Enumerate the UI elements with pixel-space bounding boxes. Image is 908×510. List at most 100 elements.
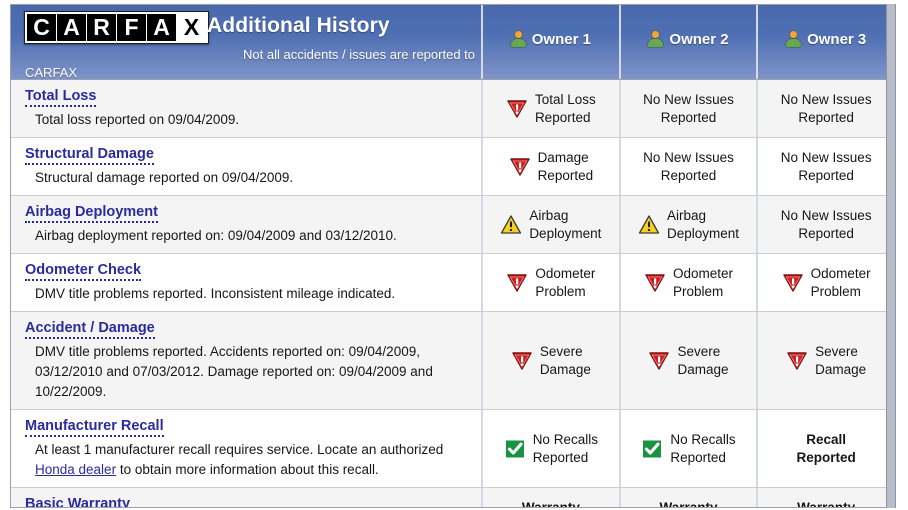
status-label: Odometer Problem [535, 265, 596, 299]
owner-status-cell: No New Issues Reported [758, 196, 894, 253]
person-icon [786, 31, 802, 47]
owner-status-cell: No Recalls Reported [483, 410, 621, 487]
alert-triangle-red-icon [648, 350, 670, 372]
owner-status-cell: Warranty Voided [758, 488, 894, 508]
status-label: Airbag Deployment [666, 207, 740, 241]
alert-triangle-red-icon [782, 272, 804, 294]
row-description-text: DMV title problems reported. Accidents r… [35, 344, 433, 399]
logo-letter: X [177, 14, 206, 41]
report-rows: Total Loss Total loss reported on 09/04/2… [11, 80, 894, 508]
table-row: Basic WarrantyOriginal manufacturer warr… [11, 488, 894, 508]
row-description-text: DMV title problems reported. Inconsisten… [35, 286, 396, 301]
status-label: Airbag Deployment [529, 207, 602, 241]
alert-triangle-red-icon [506, 272, 528, 294]
table-row: Manufacturer Recall At least 1 manufactur… [11, 410, 894, 488]
owner-status-cell: Airbag Deployment [621, 196, 759, 253]
owner-status-cell: Odometer Problem [621, 254, 759, 311]
status-label: Warranty Voided [521, 499, 580, 508]
person-icon [510, 31, 526, 47]
column-header-owner-3: Owner 3 [758, 5, 894, 79]
status-label: Severe Damage [677, 343, 729, 377]
owner-status-cell: No New Issues Reported [758, 138, 894, 195]
warning-triangle-yellow-icon [638, 214, 660, 236]
column-header-label: Owner 2 [669, 30, 729, 48]
table-row: Accident / Damage DMV title problems repo… [11, 312, 894, 410]
section-title-link[interactable]: Airbag Deployment [25, 204, 158, 223]
status-label: Total Loss Reported [534, 91, 596, 125]
row-description-cell: Basic WarrantyOriginal manufacturer warr… [11, 488, 483, 507]
owner-status-cell: No New Issues Reported [758, 80, 894, 137]
row-description-cell: Accident / Damage DMV title problems repo… [11, 312, 483, 409]
carfax-additional-history-report: CARFAX Additional History Not all accide… [0, 0, 908, 510]
section-title-link[interactable]: Accident / Damage [25, 320, 155, 339]
section-title-link[interactable]: Manufacturer Recall [25, 418, 164, 437]
alert-triangle-red-icon [509, 156, 531, 178]
status-label: No Recalls Reported [670, 431, 736, 465]
dealer-link[interactable]: Honda dealer [35, 462, 116, 477]
status-label: No New Issues Reported [643, 91, 734, 125]
status-label: Odometer Problem [672, 265, 734, 299]
alert-triangle-red-icon [511, 350, 533, 372]
page-title: Additional History [207, 14, 390, 37]
alert-triangle-red-icon [506, 98, 528, 120]
row-description-text: Total loss reported on 09/04/2009. [35, 112, 240, 127]
table-row: Structural Damage Structural damage repor… [11, 138, 894, 196]
report-table: CARFAX Additional History Not all accide… [10, 4, 894, 508]
status-label: Severe Damage [539, 343, 591, 377]
column-header-owner-1: Owner 1 [483, 5, 621, 79]
carfax-logo: CARFAX [24, 11, 209, 44]
logo-letter: A [147, 14, 177, 41]
header-brand-area: CARFAX Additional History Not all accide… [11, 5, 483, 80]
warning-triangle-yellow-icon [500, 214, 522, 236]
row-description-text: At least 1 manufacturer recall requires … [35, 442, 444, 477]
row-description-text: Structural damage reported on 09/04/2009… [35, 170, 294, 185]
logo-letter: C [27, 14, 57, 41]
owner-status-cell: Damage Reported [483, 138, 621, 195]
check-square-green-icon [504, 438, 526, 460]
status-label: Odometer Problem [810, 265, 871, 299]
right-scroll-gutter[interactable] [886, 4, 896, 508]
section-title-link[interactable]: Basic Warranty [25, 496, 130, 507]
status-label: No Recalls Reported [532, 431, 598, 465]
status-label: Warranty Voided [659, 499, 718, 508]
section-title-link[interactable]: Odometer Check [25, 262, 142, 281]
row-description-cell: Airbag Deployment Airbag deployment repor… [11, 196, 483, 253]
owner-status-cell: Airbag Deployment [483, 196, 621, 253]
status-label: Recall Reported [796, 431, 856, 465]
logo-letter: F [117, 14, 147, 41]
owner-status-cell: Severe Damage [483, 312, 621, 409]
owner-status-cell: No New Issues Reported [621, 80, 759, 137]
row-description-text: Airbag deployment reported on: 09/04/200… [35, 228, 397, 243]
owner-status-cell: Recall Reported [758, 410, 894, 487]
row-description-cell: Total Loss Total loss reported on 09/04/2… [11, 80, 483, 137]
status-label: No New Issues Reported [780, 149, 872, 183]
header-disclaimer-line1: Not all accidents / issues are reported … [243, 47, 475, 62]
alert-triangle-red-icon [786, 350, 808, 372]
report-header: CARFAX Additional History Not all accide… [11, 5, 894, 80]
table-row: Total Loss Total loss reported on 09/04/2… [11, 80, 894, 138]
header-disclaimer-line2: CARFAX [25, 65, 78, 80]
status-label: Severe Damage [815, 343, 867, 377]
column-header-label: Owner 1 [531, 30, 591, 48]
status-label: No New Issues Reported [780, 91, 872, 125]
row-description-cell: Structural Damage Structural damage repor… [11, 138, 483, 195]
section-title-link[interactable]: Structural Damage [25, 146, 154, 165]
column-header-label: Owner 3 [807, 30, 867, 48]
owner-status-cell: Total Loss Reported [483, 80, 621, 137]
owner-status-cell: Odometer Problem [758, 254, 894, 311]
logo-letter: R [87, 14, 117, 41]
check-square-green-icon [641, 438, 663, 460]
status-label: Warranty Voided [797, 499, 856, 508]
table-row: Airbag Deployment Airbag deployment repor… [11, 196, 894, 254]
owner-status-cell: Warranty Voided [621, 488, 759, 508]
owner-status-cell: No New Issues Reported [621, 138, 759, 195]
owner-status-cell: Odometer Problem [483, 254, 621, 311]
owner-status-cell: Severe Damage [758, 312, 894, 409]
column-header-owner-2: Owner 2 [621, 5, 759, 79]
row-description-cell: Manufacturer Recall At least 1 manufactur… [11, 410, 483, 487]
section-title-link[interactable]: Total Loss [25, 88, 97, 107]
owner-status-cell: Warranty Voided [483, 488, 621, 508]
logo-letter: A [57, 14, 87, 41]
owner-status-cell: Severe Damage [621, 312, 759, 409]
alert-triangle-red-icon [644, 272, 666, 294]
